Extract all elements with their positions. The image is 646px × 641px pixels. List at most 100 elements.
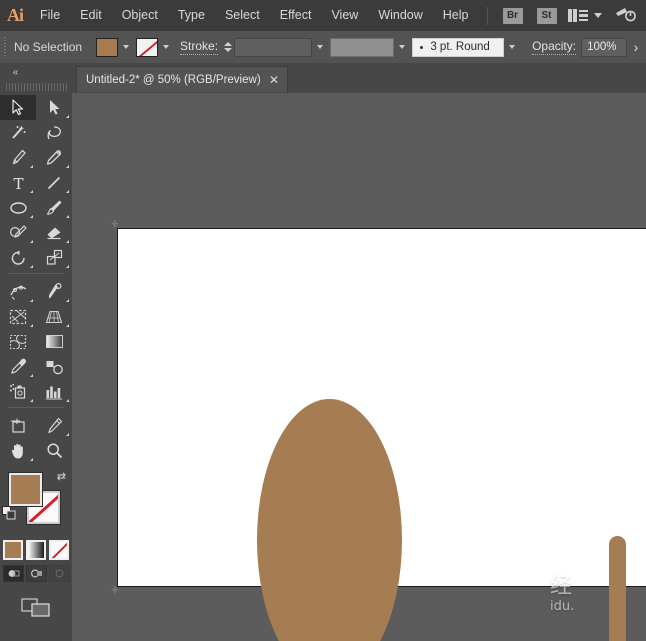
menu-object[interactable]: Object (112, 0, 168, 31)
free-transform-tool[interactable] (36, 279, 72, 304)
swap-fill-stroke-icon[interactable]: ⇄ (57, 470, 66, 483)
bridge-button[interactable]: Br (503, 8, 523, 24)
left-dock-grip[interactable] (6, 83, 68, 91)
eyedropper-tool[interactable] (0, 354, 36, 379)
menu-select[interactable]: Select (215, 0, 270, 31)
panel-collapse-button[interactable]: « (4, 66, 26, 80)
menu-type[interactable]: Type (168, 0, 215, 31)
flyout-indicator-icon (66, 324, 69, 327)
scale-tool[interactable] (36, 245, 72, 270)
control-bar-grip[interactable] (0, 31, 9, 63)
flyout-indicator-icon (30, 190, 33, 193)
type-tool[interactable]: T (0, 170, 36, 195)
fill-color-swatch[interactable] (96, 38, 118, 57)
workspace-switcher-button[interactable] (568, 9, 603, 22)
chevron-down-icon (594, 13, 602, 18)
workspace-icon-lines (579, 10, 588, 22)
document-tab-title: Untitled-2* @ 50% (RGB/Preview) (77, 74, 261, 86)
color-mode-row (0, 540, 72, 560)
eraser-tool[interactable] (36, 220, 72, 245)
stepper-down-icon[interactable] (224, 48, 232, 52)
artboard-corner-mark-tl: ✛ (111, 220, 119, 229)
selection-tool[interactable] (0, 95, 36, 120)
stroke-weight-stepper[interactable] (224, 42, 232, 52)
ai-logo-icon: Ai (0, 0, 30, 31)
draw-normal-button[interactable] (3, 565, 24, 582)
lasso-tool[interactable] (36, 120, 72, 145)
menu-bar: Ai File Edit Object Type Select Effect V… (0, 0, 646, 32)
shape-builder-tool[interactable] (0, 304, 36, 329)
rotate-tool[interactable] (0, 245, 36, 270)
flyout-indicator-icon (66, 299, 69, 302)
brush-definition-chevron-icon[interactable] (509, 45, 515, 49)
canvas-area[interactable]: ✛ ✛ 经 idu. (72, 93, 646, 641)
stroke-color-swatch[interactable] (136, 38, 158, 57)
document-tab[interactable]: Untitled-2* @ 50% (RGB/Preview) ✕ (76, 66, 288, 92)
width-tool[interactable] (0, 279, 36, 304)
flyout-indicator-icon (66, 265, 69, 268)
menu-file[interactable]: File (30, 0, 70, 31)
opacity-input[interactable]: 100% (581, 38, 627, 57)
drawing-mode-row (0, 565, 72, 582)
stroke-profile-dropdown[interactable] (330, 38, 394, 57)
control-bar-overflow-button[interactable]: › (628, 31, 644, 63)
curvature-tool[interactable] (36, 145, 72, 170)
shaper-tool[interactable] (0, 220, 36, 245)
menu-bar-right-group: Br St (479, 5, 646, 26)
flyout-indicator-icon (30, 299, 33, 302)
control-bar: No Selection Stroke: 3 pt. Round Opacity… (0, 31, 646, 64)
menu-effect[interactable]: Effect (270, 0, 322, 31)
screen-mode-button[interactable] (0, 596, 72, 618)
gradient-tool[interactable] (36, 329, 72, 354)
zoom-tool[interactable] (36, 438, 72, 463)
color-mode-button[interactable] (3, 540, 23, 560)
perspective-grid-tool[interactable] (36, 304, 72, 329)
direct-selection-tool[interactable] (36, 95, 72, 120)
artboard-tool[interactable] (0, 413, 36, 438)
symbol-sprayer-tool[interactable] (0, 379, 36, 404)
ellipse-shape[interactable] (257, 399, 402, 641)
fill-swatch-large[interactable] (9, 473, 42, 506)
magic-wand-tool[interactable] (0, 120, 36, 145)
hand-tool[interactable] (0, 438, 36, 463)
menu-help[interactable]: Help (433, 0, 479, 31)
menu-view[interactable]: View (321, 0, 368, 31)
brush-definition-label: 3 pt. Round (430, 41, 489, 53)
artboard[interactable]: ✛ ✛ (117, 228, 646, 587)
stock-button[interactable]: St (537, 8, 557, 24)
brush-stroke-shape[interactable] (609, 536, 626, 641)
stroke-weight-chevron-icon[interactable] (317, 45, 323, 49)
column-graph-tool[interactable] (36, 379, 72, 404)
menu-edit[interactable]: Edit (70, 0, 112, 31)
brush-definition-dropdown[interactable]: 3 pt. Round (412, 38, 504, 57)
line-segment-tool[interactable] (36, 170, 72, 195)
gradient-mode-button[interactable] (26, 540, 46, 560)
mesh-tool[interactable] (0, 329, 36, 354)
opacity-label[interactable]: Opacity: (532, 39, 576, 55)
flyout-indicator-icon (30, 458, 33, 461)
color-controls: ⇄ (0, 469, 72, 535)
slice-tool[interactable] (36, 413, 72, 438)
search-adobe-stock-icon[interactable] (614, 5, 636, 26)
draw-behind-button[interactable] (26, 565, 47, 582)
menu-window[interactable]: Window (368, 0, 432, 31)
fill-dropdown-chevron-icon[interactable] (123, 45, 129, 49)
stepper-up-icon[interactable] (224, 42, 232, 46)
ellipse-tool[interactable] (0, 195, 36, 220)
flyout-indicator-icon (30, 265, 33, 268)
pen-tool[interactable] (0, 145, 36, 170)
none-mode-button[interactable] (49, 540, 69, 560)
flyout-indicator-icon (30, 240, 33, 243)
flyout-indicator-icon (66, 165, 69, 168)
stroke-dropdown-chevron-icon[interactable] (163, 45, 169, 49)
stroke-profile-chevron-icon[interactable] (399, 45, 405, 49)
close-icon[interactable]: ✕ (269, 74, 279, 86)
stroke-weight-input[interactable] (234, 38, 312, 57)
stroke-weight-label[interactable]: Stroke: (180, 39, 218, 55)
tool-group-selection: T (0, 93, 72, 270)
illustrator-window: Ai File Edit Object Type Select Effect V… (0, 0, 646, 641)
paintbrush-tool[interactable] (36, 195, 72, 220)
blend-tool[interactable] (36, 354, 72, 379)
default-fill-stroke-icon[interactable] (2, 506, 17, 524)
draw-inside-button[interactable] (49, 565, 70, 582)
